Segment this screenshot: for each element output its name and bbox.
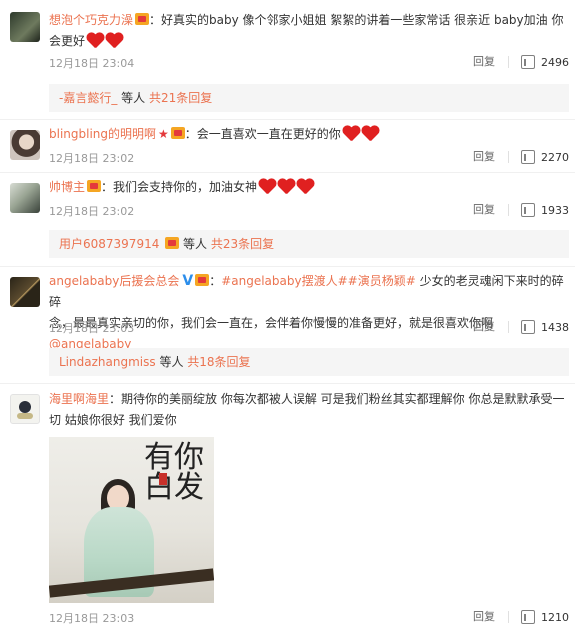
username-link[interactable]: 海里啊海里 (49, 392, 109, 406)
sub-replies-bar[interactable]: Lindazhangmiss 等人 共18条回复 (49, 348, 569, 376)
username-link[interactable]: blingbling的明明啊 (49, 127, 156, 141)
member-badge-icon (170, 127, 185, 139)
reply-button[interactable]: 回复 (473, 56, 509, 68)
like-count: 1438 (541, 320, 569, 334)
avatar[interactable] (10, 277, 40, 307)
timestamp: 12月18日 23:03 (49, 322, 135, 335)
sub-replies-bar[interactable]: -嘉言懿行_ 等人 共21条回复 (49, 84, 569, 112)
sub-reply-user[interactable]: 用户6087397914 (59, 237, 159, 251)
member-badge-icon (195, 274, 210, 286)
heart-emoji-icon (86, 32, 104, 48)
like-count: 1933 (541, 203, 569, 217)
reply-button[interactable]: 回复 (473, 151, 509, 163)
reply-button[interactable]: 回复 (473, 204, 509, 216)
avatar[interactable] (10, 12, 40, 42)
thumbs-up-icon (521, 55, 535, 69)
sub-reply-user[interactable]: -嘉言懿行_ (59, 91, 117, 105)
like-button[interactable]: 1438 (521, 320, 569, 334)
heart-emoji-icon (342, 125, 360, 141)
member-badge-icon (165, 237, 180, 249)
reply-button[interactable]: 回复 (473, 611, 509, 623)
sub-reply-count[interactable]: 共23条回复 (211, 237, 274, 251)
like-count: 2496 (541, 55, 569, 69)
heart-emoji-icon (277, 178, 295, 194)
username-link[interactable]: 想泡个巧克力澡 (49, 13, 133, 27)
avatar[interactable] (10, 130, 40, 160)
divider (0, 266, 575, 267)
username-link[interactable]: angelababy后援会总会 (49, 274, 179, 288)
timestamp: 12月18日 23:02 (49, 205, 135, 218)
member-badge-icon (135, 13, 150, 25)
like-button[interactable]: 2270 (521, 150, 569, 164)
sub-reply-user[interactable]: Lindazhangmiss (59, 355, 156, 369)
calligraphy-title: 有你白发 (144, 440, 204, 505)
username-link[interactable]: 帅博主 (49, 180, 85, 194)
sub-reply-count[interactable]: 共18条回复 (187, 355, 250, 369)
member-badge-icon (87, 180, 102, 192)
avatar[interactable] (10, 183, 40, 213)
comment-text: 想泡个巧克力澡 ：好真实的baby 像个邻家小姐姐 絮絮的讲着一些家常话 很亲近 … (49, 13, 564, 48)
divider (0, 119, 575, 120)
timestamp: 12月18日 23:04 (49, 57, 135, 70)
comment-image[interactable]: 有你白发 (49, 437, 214, 603)
thumbs-up-icon (521, 320, 535, 334)
sub-replies-bar[interactable]: 用户6087397914 等人 共23条回复 (49, 230, 569, 258)
verified-v-icon: V (182, 273, 194, 289)
star-icon: ★ (158, 127, 169, 141)
comment-actions: 回复 2270 (473, 150, 569, 164)
like-button[interactable]: 1210 (521, 610, 569, 624)
sub-reply-count[interactable]: 共21条回复 (149, 91, 212, 105)
comment-text: blingbling的明明啊 ★ ：会一直喜欢一直在更好的你 (49, 124, 569, 145)
red-seal-icon (159, 473, 167, 485)
thumbs-up-icon (521, 150, 535, 164)
comment-text: 帅博主 ：我们会支持你的，加油女神 (49, 177, 569, 198)
heart-emoji-icon (258, 178, 276, 194)
divider (0, 383, 575, 384)
hashtag-link[interactable]: #演员杨颖# (348, 274, 416, 288)
comment-actions: 回复 1210 (473, 610, 569, 624)
divider (0, 172, 575, 173)
reply-button[interactable]: 回复 (473, 321, 509, 333)
comment-actions: 回复 1933 (473, 203, 569, 217)
like-button[interactable]: 1933 (521, 203, 569, 217)
heart-emoji-icon (105, 32, 123, 48)
hashtag-link[interactable]: #angelababy摆渡人# (221, 274, 347, 288)
timestamp: 12月18日 23:02 (49, 152, 135, 165)
like-count: 2270 (541, 150, 569, 164)
comment-text: angelababy后援会总会 V ：#angelababy摆渡人##演员杨颖# 少… (49, 273, 564, 351)
heart-emoji-icon (296, 178, 314, 194)
thumbs-up-icon (521, 610, 535, 624)
like-button[interactable]: 2496 (521, 55, 569, 69)
thumbs-up-icon (521, 203, 535, 217)
comment-actions: 回复 1438 (473, 320, 569, 334)
timestamp: 12月18日 23:03 (49, 612, 135, 624)
like-count: 1210 (541, 610, 569, 624)
heart-emoji-icon (361, 125, 379, 141)
comment-text: 海里啊海里：期待你的美丽绽放 你每次都被人误解 可是我们粉丝其实都理解你 你总是… (49, 392, 565, 427)
avatar[interactable] (10, 394, 40, 424)
comment-actions: 回复 2496 (473, 55, 569, 69)
